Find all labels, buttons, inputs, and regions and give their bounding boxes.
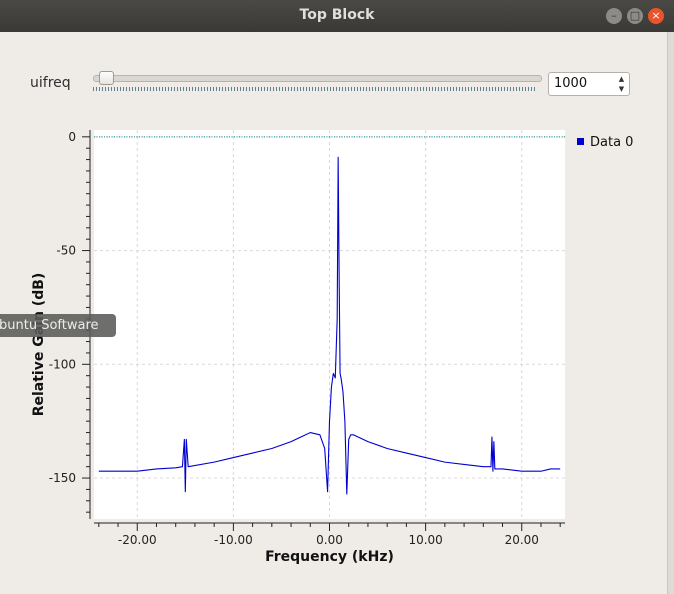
ubuntu-software-tooltip[interactable]: buntu Software — [0, 314, 116, 337]
close-button[interactable]: × — [648, 8, 664, 24]
minimize-button[interactable]: – — [606, 8, 622, 24]
legend-swatch — [577, 138, 584, 145]
x-tick-label: 10.00 — [408, 533, 442, 547]
spin-down-arrow-icon[interactable]: ▼ — [615, 84, 628, 94]
y-axis-label: Relative Gain (dB) — [31, 273, 47, 417]
spin-up-arrow-icon[interactable]: ▲ — [615, 74, 628, 84]
window-titlebar[interactable]: Top Block – □ × — [0, 0, 674, 32]
legend-label: Data 0 — [590, 135, 633, 150]
uifreq-spinbox-value[interactable]: 1000 — [554, 76, 587, 91]
y-tick-label: -50 — [56, 244, 76, 258]
window-border — [667, 32, 674, 594]
uifreq-label: uifreq — [30, 75, 71, 91]
x-tick-label: 20.00 — [505, 533, 539, 547]
uifreq-slider-ticks — [93, 87, 536, 91]
x-axis-label: Frequency (kHz) — [265, 549, 394, 565]
maximize-button[interactable]: □ — [627, 8, 643, 24]
x-tick-label: -20.00 — [118, 533, 157, 547]
y-tick-label: -100 — [49, 357, 76, 371]
window-title: Top Block — [299, 7, 375, 23]
y-tick-label: -150 — [49, 471, 76, 485]
x-tick-label: -10.00 — [214, 533, 253, 547]
uifreq-slider-handle[interactable] — [99, 71, 115, 85]
uifreq-spinbox[interactable]: 1000 ▲ ▼ — [548, 72, 630, 96]
frequency-plot[interactable]: 0 -50 -100 -150 -20.00 -10.00 0.00 10.00 20.00 Fr… — [0, 110, 660, 580]
y-tick-label: 0 — [68, 130, 76, 144]
x-tick-label: 0.00 — [316, 533, 343, 547]
uifreq-slider-track[interactable] — [93, 75, 542, 82]
